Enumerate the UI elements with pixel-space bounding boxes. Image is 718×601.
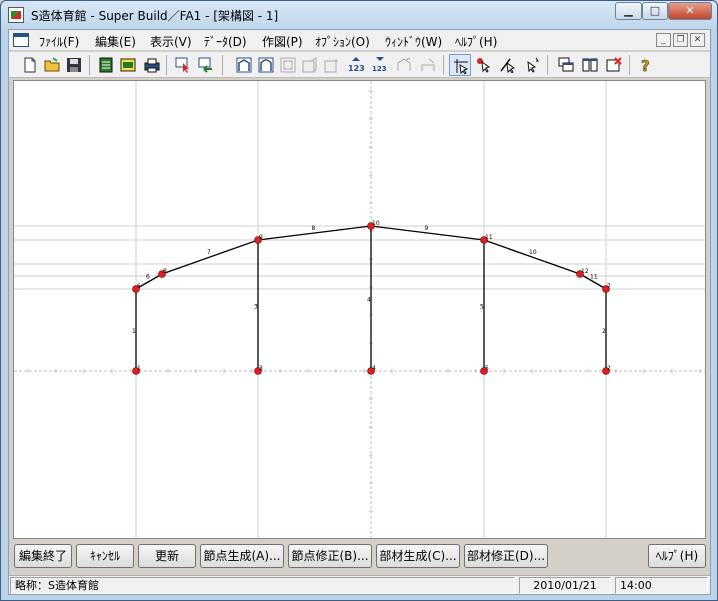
frame-panel-icon[interactable] [117,54,139,76]
update-button[interactable]: 更新 [138,544,196,568]
title-bar[interactable]: S造体育館 - Super Build／FA1 - [架構図 - 1] ▁ □ … [1,1,717,29]
status-date: 2010/01/21 [519,577,611,594]
toolbar-separator [166,55,167,75]
select-back-icon[interactable] [195,54,217,76]
select-arrow-icon[interactable] [172,54,194,76]
end-edit-button[interactable]: 編集終了 [14,544,72,568]
node-create-button[interactable]: 節点生成(A)... [200,544,284,568]
member-label: 5 [480,304,484,311]
close-window-icon[interactable] [603,54,625,76]
toolbar: 123 123 ? [9,52,710,78]
node-label: 12 [581,268,589,275]
node-label: 6 [137,283,141,290]
move-pointer-icon[interactable] [521,54,543,76]
frame-shape-4-icon[interactable] [299,54,321,76]
node-label: 10 [372,220,380,227]
print-icon[interactable] [141,54,163,76]
member-line[interactable] [161,239,259,275]
cascade-window-icon[interactable] [555,54,577,76]
toolbar-separator [222,55,223,75]
menu-window[interactable]: ｳｨﾝﾄﾞｳ(W) [385,33,442,50]
open-folder-icon[interactable] [41,54,63,76]
app-window: S造体育館 - Super Build／FA1 - [架構図 - 1] ▁ □ … [0,0,718,601]
node-label: 11 [485,234,493,241]
help-button[interactable]: ﾍﾙﾌﾟ(H) [648,544,706,568]
member-label: 10 [529,249,537,256]
member-create-button[interactable]: 部材生成(C)... [376,544,460,568]
node-label: 3 [259,365,263,372]
toolbar-separator [443,55,444,75]
member-label: 2 [602,328,606,335]
member-label: 6 [146,274,150,281]
frame-shape-1-icon[interactable] [233,54,255,76]
toolbar-separator [547,55,548,75]
member-label: 4 [367,297,371,304]
cancel-button[interactable]: ｷｬﾝｾﾙ [76,544,134,568]
help-question-icon[interactable]: ? [635,54,657,76]
app-icon[interactable] [8,7,24,23]
status-time: 14:00 [615,577,708,594]
save-disk-icon[interactable] [63,54,85,76]
minimize-button[interactable]: ▁ [615,2,642,20]
member-label: 3 [254,304,258,311]
member-label: 11 [590,274,598,281]
menu-help[interactable]: ﾍﾙﾌﾟ(H) [455,33,497,50]
menu-edit[interactable]: 編集(E) [95,33,136,50]
window-title: S造体育館 - Super Build／FA1 - [架構図 - 1] [31,9,279,23]
number-up-icon[interactable]: 123 [345,54,367,76]
node-label: 2 [607,365,611,372]
member-label: 7 [207,249,211,256]
new-file-icon[interactable] [19,54,41,76]
member-line[interactable] [483,239,581,275]
svg-text:123: 123 [372,65,387,73]
frame-shape-3-icon[interactable] [277,54,299,76]
document-window-icon[interactable] [13,33,29,47]
frame-diagram[interactable]: 1 2345678 910111 23 4 56 789101112 [14,81,705,538]
node-label: 1 [137,365,141,372]
number-down-icon[interactable]: 123 [369,54,391,76]
menu-draw[interactable]: 作図(P) [262,33,303,50]
frame-drawing-canvas[interactable]: 1 2 3 4 5 6 7 8 9 10 11 1 2 3 4 5 6 7 8 9 10 11 12 [13,80,706,539]
action-button-bar: 編集終了 ｷｬﾝｾﾙ 更新 節点生成(A)... 節点修正(B)... 部材生成… [9,542,710,572]
member-pointer-icon[interactable] [497,54,519,76]
mdi-close-button[interactable]: ✕ [690,33,705,47]
mdi-minimize-button[interactable]: _ [656,33,671,47]
toolbar-separator [629,55,630,75]
crosshair-select-icon[interactable] [449,54,471,76]
status-bar: 略称：S造体育館 2010/01/21 14:00 [9,575,710,594]
frame-shape-2-icon[interactable] [255,54,277,76]
frame-list-icon[interactable] [95,54,117,76]
member-label: 9 [425,225,429,232]
close-button[interactable]: ✕ [668,2,712,20]
member-label: 8 [312,225,316,232]
node-label: 9 [259,234,263,241]
tile-window-icon[interactable] [579,54,601,76]
member-label: 1 [132,328,136,335]
node-pointer-icon[interactable] [473,54,495,76]
node-label: 7 [607,283,611,290]
member-modify-button[interactable]: 部材修正(D)... [464,544,548,568]
svg-text:123: 123 [348,64,364,73]
menu-option[interactable]: ｵﾌﾟｼｮﾝ(O) [315,33,370,50]
status-abbreviation: 略称：S造体育館 [10,577,515,594]
node-label: 5 [485,365,489,372]
toolbar-separator [89,55,90,75]
menu-bar: ﾌｧｲﾙ(F) 編集(E) 表示(V) ﾃﾞｰﾀ(D) 作図(P) ｵﾌﾟｼｮﾝ… [9,30,710,51]
node-label: 4 [372,365,376,372]
frame-shape-5-icon[interactable] [321,54,343,76]
client-area: ﾌｧｲﾙ(F) 編集(E) 表示(V) ﾃﾞｰﾀ(D) 作図(P) ｵﾌﾟｼｮﾝ… [8,29,711,595]
menu-data[interactable]: ﾃﾞｰﾀ(D) [204,33,247,50]
disabled-a-icon[interactable] [393,54,415,76]
maximize-button[interactable]: □ [642,2,668,20]
node-label: 8 [163,268,167,275]
menu-file[interactable]: ﾌｧｲﾙ(F) [39,33,79,50]
disabled-b-icon[interactable] [417,54,439,76]
mdi-restore-button[interactable]: ❐ [673,33,688,47]
svg-text:?: ? [641,57,650,73]
node-modify-button[interactable]: 節点修正(B)... [288,544,372,568]
menu-view[interactable]: 表示(V) [150,33,192,50]
